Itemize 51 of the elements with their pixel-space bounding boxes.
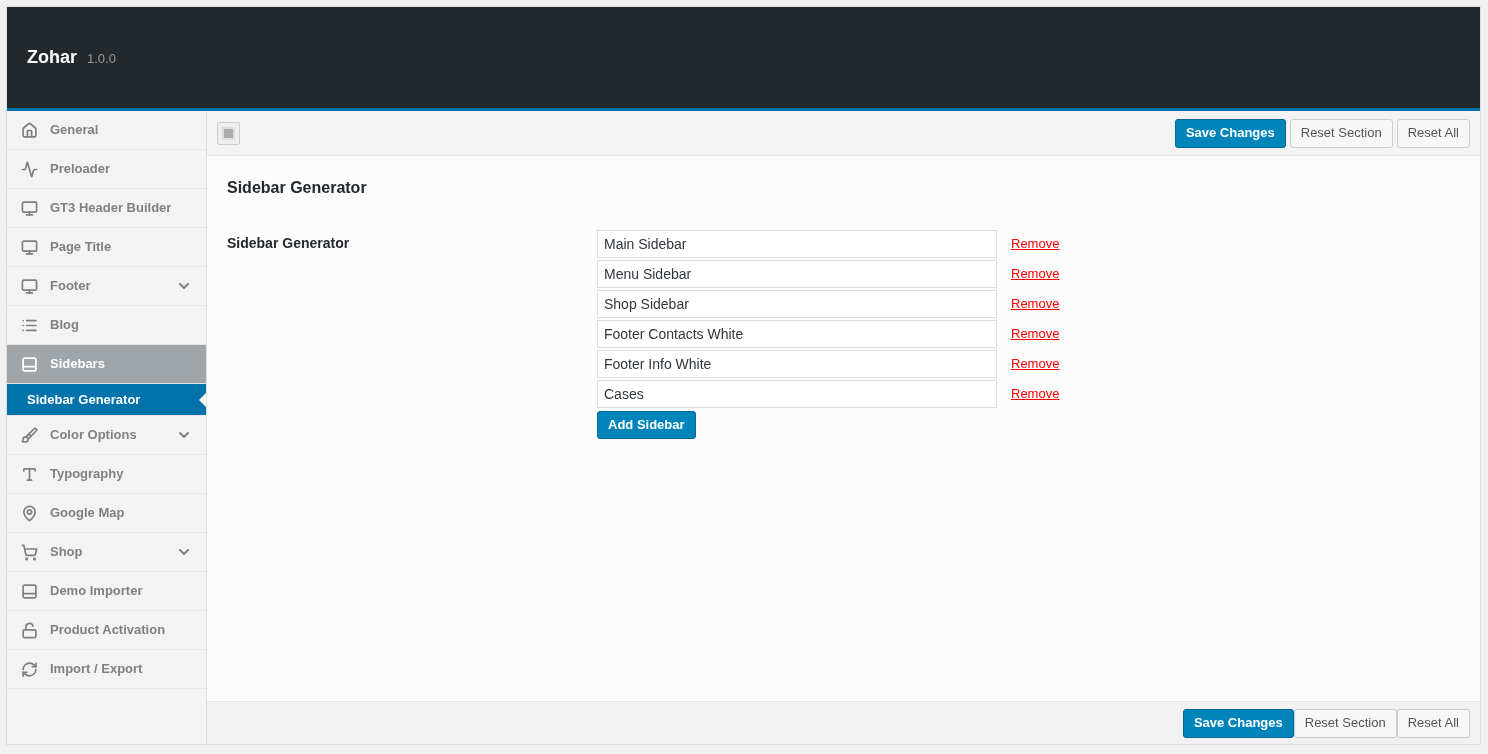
sidebar-item[interactable]: Shop (7, 533, 206, 572)
remove-link[interactable]: Remove (1011, 324, 1060, 344)
sidebar-name-field[interactable]: Main Sidebar (597, 230, 997, 258)
sidebar-item[interactable]: Sidebars (7, 345, 206, 384)
home-icon (21, 121, 38, 139)
sidebar-name-field[interactable]: Shop Sidebar (597, 290, 997, 318)
sidebar-item[interactable]: Google Map (7, 494, 206, 533)
chart-icon (21, 160, 38, 178)
sidebar-name-field[interactable]: Footer Contacts White (597, 320, 997, 348)
sidebar-name-field[interactable]: Menu Sidebar (597, 260, 997, 288)
sidebar-item[interactable]: Footer (7, 267, 206, 306)
reset-all-button[interactable]: Reset All (1396, 118, 1470, 148)
section-title: Sidebar Generator (227, 178, 368, 196)
monitor-icon (21, 238, 38, 256)
sidebar-subitem[interactable]: Sidebar Generator (7, 384, 206, 416)
remove-link[interactable]: Remove (1011, 294, 1060, 314)
sidebar-item[interactable]: General (7, 111, 206, 150)
sidebar-name-field[interactable]: Footer Info White (597, 350, 997, 378)
panel-icon (21, 355, 38, 373)
remove-link[interactable]: Remove (1011, 264, 1060, 284)
add-sidebar-button[interactable]: Add Sidebar (597, 411, 696, 439)
monitor-icon (21, 277, 38, 295)
sidebar-item[interactable]: Preloader (7, 150, 206, 189)
remove-link[interactable]: Remove (1011, 234, 1060, 254)
panel-icon (21, 582, 38, 600)
unlocked-padlock-icon (21, 621, 38, 639)
monitor-icon (21, 199, 38, 217)
reset-all-button[interactable]: Reset All (1396, 708, 1470, 738)
reset-section-button[interactable]: Reset Section (1289, 118, 1393, 148)
letter-icon (21, 465, 38, 483)
sidebar-item[interactable]: Color Options (7, 416, 206, 455)
remove-link[interactable]: Remove (1011, 354, 1060, 374)
app-title: Zohar (27, 46, 77, 69)
save-button[interactable]: Save Changes (1174, 118, 1286, 148)
reset-section-button[interactable]: Reset Section (1293, 708, 1397, 738)
sidebar-item[interactable]: Import / Export (7, 650, 206, 689)
save-button[interactable]: Save Changes (1182, 708, 1294, 738)
sidebar-item[interactable]: GT3 Header Builder (7, 189, 206, 228)
sidebar-item[interactable]: Demo Importer (7, 572, 206, 611)
sidebar-item[interactable]: Page Title (7, 228, 206, 267)
refresh-icon (21, 660, 38, 678)
version-label: 1.0.0 (87, 50, 116, 69)
field-label: Sidebar Generator (227, 234, 351, 253)
layout-toggle-icon[interactable] (217, 121, 240, 145)
sidebar-name-field[interactable]: Cases (597, 380, 997, 408)
map-pin-icon (21, 504, 38, 522)
cart-icon (21, 543, 38, 561)
sidebar-item[interactable]: Typography (7, 455, 206, 494)
brush-icon (21, 426, 38, 444)
remove-link[interactable]: Remove (1011, 384, 1060, 404)
sidebar-item[interactable]: Product Activation (7, 611, 206, 650)
